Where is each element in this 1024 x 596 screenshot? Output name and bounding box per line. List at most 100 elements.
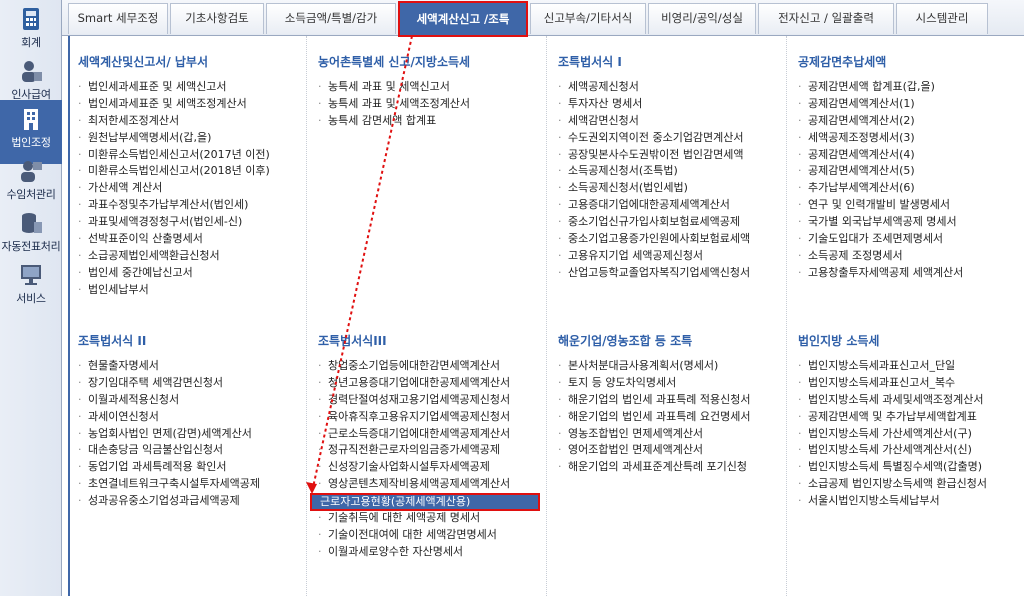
menu-item[interactable]: 경력단절여성재고용기업세액공제신청서 bbox=[318, 392, 510, 409]
menu-item[interactable]: 기술도입대가 조세면제명세서 bbox=[798, 231, 963, 248]
menu-item[interactable]: 영상콘텐츠제작비용세액공제세액계산서 bbox=[318, 476, 510, 493]
menu-item[interactable]: 공제감면세액계산서(4) bbox=[798, 147, 963, 164]
menu-item[interactable]: 기술취득에 대한 세액공제 명세서 bbox=[318, 510, 510, 527]
menu-item[interactable]: 법인세납부서 bbox=[78, 282, 270, 299]
menu-item[interactable]: 법인지방소득세 특별징수세액(갑출명) bbox=[798, 459, 987, 476]
menu-item[interactable]: 고용증대기업에대한공제세액계산서 bbox=[558, 197, 750, 214]
menu-list-special-tax-forms-1: 세액공제신청서투자자산 명세서세액감면신청서수도권외지역이전 중소기업감면계산서… bbox=[558, 79, 750, 282]
sidebar-item-label: 수임처관리 bbox=[6, 188, 56, 201]
menu-item[interactable]: 서울시법인지방소득세납부서 bbox=[798, 493, 987, 510]
menu-item[interactable]: 농업회사법인 면제(감면)세액계산서 bbox=[78, 426, 260, 443]
menu-item[interactable]: 법인세과세표준 및 세액신고서 bbox=[78, 79, 270, 96]
menu-item[interactable]: 해운기업의 법인세 과표특례 요건명세서 bbox=[558, 409, 751, 426]
menu-item[interactable]: 중소기업신규가입사회보험료세액공제 bbox=[558, 214, 750, 231]
menu-item[interactable]: 법인지방소득세과표신고서_복수 bbox=[798, 375, 987, 392]
menu-item[interactable]: 해운기업의 과세표준계산특례 포기신청 bbox=[558, 459, 751, 476]
menu-item[interactable]: 본사처분대금사용계획서(명세서) bbox=[558, 358, 751, 375]
menu-item[interactable]: 공제감면세액 합계표(갑,을) bbox=[798, 79, 963, 96]
selected-menu-item-employee-status[interactable]: 근로자고용현황(공제세액계산용) bbox=[310, 493, 540, 511]
menu-item[interactable]: 신성장기술사업화시설투자세액공제 bbox=[318, 459, 510, 476]
tab-basic-review[interactable]: 기초사항검토 bbox=[170, 3, 264, 34]
menu-item[interactable]: 소득공제 조정명세서 bbox=[798, 248, 963, 265]
menu-item[interactable]: 육아휴직후고용유지기업세액공제신청서 bbox=[318, 409, 510, 426]
menu-item[interactable]: 소급공제법인세액환급신청서 bbox=[78, 248, 270, 265]
menu-item[interactable]: 세액공제신청서 bbox=[558, 79, 750, 96]
menu-item[interactable]: 영어조합법인 면제세액계산서 bbox=[558, 442, 751, 459]
menu-item[interactable]: 세액공제조정명세서(3) bbox=[798, 130, 963, 147]
menu-item[interactable]: 소급공제 법인지방소득세액 환급신청서 bbox=[798, 476, 987, 493]
menu-item[interactable]: 성과공유중소기업성과급세액공제 bbox=[78, 493, 260, 510]
menu-item[interactable]: 이월과세적용신청서 bbox=[78, 392, 260, 409]
menu-item[interactable]: 소득공제신청서(조특법) bbox=[558, 163, 750, 180]
menu-list-special-tax-forms-2: 현물출자명세서장기임대주택 세액감면신청서이월과세적용신청서과세이연신청서농업회… bbox=[78, 358, 260, 510]
tab-nonprofit-public-sincere[interactable]: 비영리/공익/성실 bbox=[648, 3, 756, 34]
menu-item[interactable]: 현물출자명세서 bbox=[78, 358, 260, 375]
sidebar-item-label: 서비스 bbox=[16, 292, 46, 305]
client-icon bbox=[21, 161, 42, 182]
tab-income-special-depreciation[interactable]: 소득금액/특별/감가 bbox=[266, 3, 396, 34]
section-title-shipping-farming: 해운기업/영농조합 등 조특 bbox=[558, 334, 693, 348]
menu-list-special-tax-forms-3: 창업중소기업등에대한감면세액계산서청년고용증대기업에대한공제세액계산서경력단절여… bbox=[318, 358, 510, 561]
menu-item[interactable]: 창업중소기업등에대한감면세액계산서 bbox=[318, 358, 510, 375]
menu-item[interactable]: 고용창출투자세액공제 세액계산서 bbox=[798, 265, 963, 282]
menu-item[interactable]: 해운기업의 법인세 과표특례 적용신청서 bbox=[558, 392, 751, 409]
menu-item[interactable]: 청년고용증대기업에대한공제세액계산서 bbox=[318, 375, 510, 392]
menu-item[interactable]: 수도권외지역이전 중소기업감면계산서 bbox=[558, 130, 750, 147]
menu-item[interactable]: 고용유지기업 세액공제신청서 bbox=[558, 248, 750, 265]
tab-smart-tax-adjustment[interactable]: Smart 세무조정 bbox=[68, 3, 168, 34]
section-title-special-tax-forms-3: 조특법서식III bbox=[318, 334, 387, 348]
tab-electronic-filing-batch-print[interactable]: 전자신고 / 일괄출력 bbox=[758, 3, 894, 34]
sidebar-item-label: 자동전표처리 bbox=[1, 240, 61, 253]
menu-item[interactable]: 국가별 외국납부세액공제 명세서 bbox=[798, 214, 963, 231]
menu-item[interactable]: 추가납부세액계산서(6) bbox=[798, 180, 963, 197]
tab-system-management[interactable]: 시스템관리 bbox=[896, 3, 988, 34]
menu-item[interactable]: 선박표준이익 산출명세서 bbox=[78, 231, 270, 248]
menu-item[interactable]: 공제감면세액 및 추가납부세액합계표 bbox=[798, 409, 987, 426]
section-title-rural-special-tax: 농어촌특별세 신고/지방소득세 bbox=[318, 55, 471, 69]
menu-item[interactable]: 연구 및 인력개발비 발생명세서 bbox=[798, 197, 963, 214]
menu-item[interactable]: 근로소득증대기업에대한세액공제계산서 bbox=[318, 426, 510, 443]
tab-attachments-other-forms[interactable]: 신고부속/기타서식 bbox=[530, 3, 646, 34]
menu-item[interactable]: 투자자산 명세서 bbox=[558, 96, 750, 113]
menu-item[interactable]: 법인지방소득세과표신고서_단일 bbox=[798, 358, 987, 375]
menu-list-shipping-farming: 본사처분대금사용계획서(명세서)토지 등 양도차익명세서해운기업의 법인세 과표… bbox=[558, 358, 751, 476]
sidebar-item-label: 회계 bbox=[21, 36, 41, 49]
menu-item[interactable]: 중소기업고용증가인원에사회보험료세액 bbox=[558, 231, 750, 248]
tab-tax-calculation-report[interactable]: 세액계산신고 /조특 bbox=[398, 1, 528, 37]
menu-item[interactable]: 법인지방소득세 과세및세액조정계산서 bbox=[798, 392, 987, 409]
menu-item[interactable]: 공제감면세액계산서(2) bbox=[798, 113, 963, 130]
menu-item[interactable]: 공제감면세액계산서(1) bbox=[798, 96, 963, 113]
menu-item[interactable]: 농특세 과표 및 세액조정계산서 bbox=[318, 96, 470, 113]
menu-item[interactable]: 세액감면신청서 bbox=[558, 113, 750, 130]
menu-item[interactable]: 미환류소득법인세신고서(2017년 이전) bbox=[78, 147, 270, 164]
menu-item[interactable]: 법인세 중간예납신고서 bbox=[78, 265, 270, 282]
menu-item[interactable]: 법인지방소득세 가산세액계산서(구) bbox=[798, 426, 987, 443]
menu-item[interactable]: 농특세 과표 및 세액신고서 bbox=[318, 79, 470, 96]
menu-item[interactable]: 최저한세조정계산서 bbox=[78, 113, 270, 130]
menu-item[interactable]: 토지 등 양도차익명세서 bbox=[558, 375, 751, 392]
sidebar-item-services[interactable]: 서비스 bbox=[0, 256, 62, 320]
menu-item[interactable]: 이월과세로양수한 자산명세서 bbox=[318, 544, 510, 561]
menu-item[interactable]: 과세이연신청서 bbox=[78, 409, 260, 426]
menu-item[interactable]: 산업고등학교졸업자복직기업세액신청서 bbox=[558, 265, 750, 282]
menu-item[interactable]: 가산세액 계산서 bbox=[78, 180, 270, 197]
menu-item[interactable]: 동업기업 과세특례적용 확인서 bbox=[78, 459, 260, 476]
menu-item[interactable]: 과표및세액경정청구서(법인세-신) bbox=[78, 214, 270, 231]
menu-item[interactable]: 법인지방소득세 가산세액계산서(신) bbox=[798, 442, 987, 459]
menu-item[interactable]: 초연결네트워크구축시설투자세액공제 bbox=[78, 476, 260, 493]
menu-item[interactable]: 대손충당금 익금불산입신청서 bbox=[78, 442, 260, 459]
menu-item[interactable]: 소득공제신청서(법인세법) bbox=[558, 180, 750, 197]
monitor-icon bbox=[21, 265, 41, 285]
menu-item[interactable]: 농특세 감면세액 합계표 bbox=[318, 113, 470, 130]
menu-item[interactable]: 정규직전환근로자의임금증가세액공제 bbox=[318, 442, 510, 459]
menu-item[interactable]: 미환류소득법인세신고서(2018년 이후) bbox=[78, 163, 270, 180]
menu-item[interactable]: 기술이전대여에 대한 세액감면명세서 bbox=[318, 527, 510, 544]
left-sidebar: 회계 인사급여 법인조정 수임처관리 자동전표처리 서비스 bbox=[0, 0, 62, 596]
menu-item[interactable]: 공장및본사수도권밖이전 법인감면세액 bbox=[558, 147, 750, 164]
menu-item[interactable]: 장기임대주택 세액감면신청서 bbox=[78, 375, 260, 392]
menu-item[interactable]: 과표수정및추가납부계산서(법인세) bbox=[78, 197, 270, 214]
menu-item[interactable]: 공제감면세액계산서(5) bbox=[798, 163, 963, 180]
menu-item[interactable]: 원천납부세액명세서(갑,을) bbox=[78, 130, 270, 147]
menu-item[interactable]: 법인세과세표준 및 세액조정계산서 bbox=[78, 96, 270, 113]
menu-item[interactable]: 영농조합법인 면제세액계산서 bbox=[558, 426, 751, 443]
